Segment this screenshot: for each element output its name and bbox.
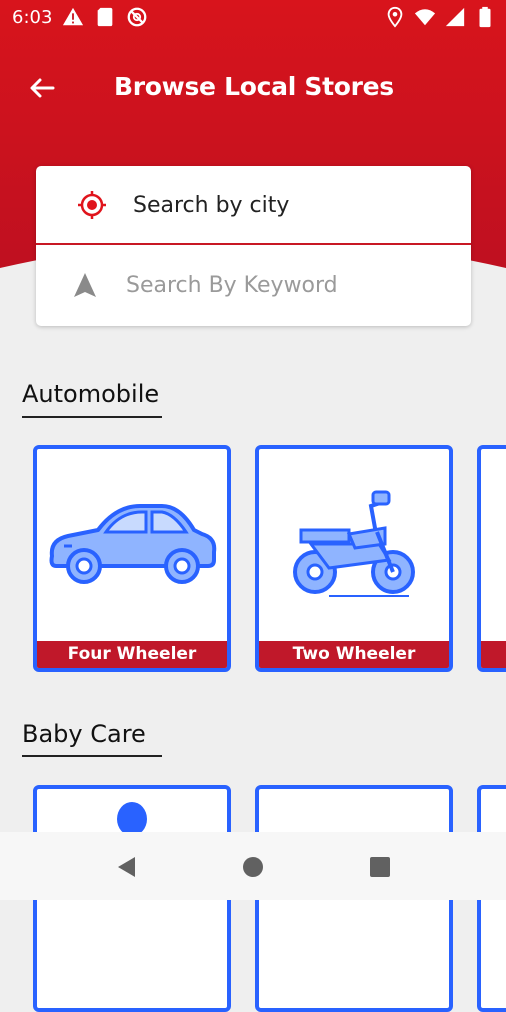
- category-card-partial[interactable]: [477, 445, 506, 672]
- category-card-two-wheeler[interactable]: Two Wheeler: [255, 445, 453, 672]
- search-card: Search by city: [36, 166, 471, 326]
- page-title: Browse Local Stores: [114, 72, 394, 101]
- arrow-left-icon: [30, 78, 55, 98]
- search-by-city-label: Search by city: [133, 192, 290, 218]
- warning-icon: [62, 7, 84, 26]
- category-label: Four Wheeler: [37, 641, 227, 668]
- status-bar: 6:03: [0, 0, 506, 36]
- sd-card-icon: [97, 7, 113, 27]
- navigation-arrow-icon: [69, 269, 101, 301]
- battery-icon: [479, 6, 491, 28]
- nav-home-button[interactable]: [238, 852, 268, 882]
- section-underline: [22, 755, 162, 757]
- back-triangle-icon: [118, 857, 135, 877]
- home-circle-icon: [243, 857, 263, 877]
- motorcycle-icon: [259, 449, 449, 639]
- section-underline: [22, 416, 162, 418]
- search-by-city-row[interactable]: Search by city: [36, 166, 471, 244]
- automobile-cards-row: Four Wheeler Two Wheeler: [33, 445, 506, 672]
- app-bar: Browse Local Stores: [0, 60, 506, 116]
- back-button[interactable]: [22, 70, 62, 106]
- car-icon: [37, 449, 227, 639]
- category-card-four-wheeler[interactable]: Four Wheeler: [33, 445, 231, 672]
- nav-back-button[interactable]: [112, 852, 142, 882]
- search-keyword-input[interactable]: [124, 264, 448, 306]
- nav-recents-button[interactable]: [365, 852, 395, 882]
- category-label: [481, 641, 506, 668]
- status-time: 6:03: [12, 7, 53, 28]
- category-label: Two Wheeler: [259, 641, 449, 668]
- recents-square-icon: [370, 857, 390, 877]
- wifi-icon: [414, 9, 436, 26]
- blocked-icon: [127, 7, 147, 27]
- target-icon: [76, 189, 108, 221]
- section-title-automobile: Automobile: [22, 380, 160, 408]
- search-divider: [36, 243, 471, 245]
- signal-icon: [445, 7, 465, 27]
- location-pin-icon: [387, 6, 403, 28]
- system-nav-bar: [0, 832, 506, 900]
- search-by-keyword-row: [36, 246, 471, 324]
- section-title-baby-care: Baby Care: [22, 720, 146, 748]
